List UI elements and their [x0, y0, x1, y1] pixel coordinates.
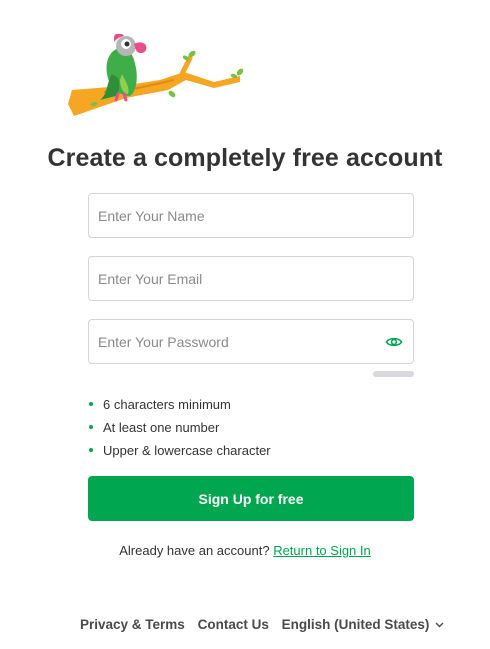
bullet-icon	[89, 425, 93, 429]
bullet-icon	[89, 402, 93, 406]
chevron-down-icon	[435, 622, 444, 628]
password-requirements: 6 characters minimum At least one number…	[88, 395, 271, 464]
requirement-item: 6 characters minimum	[88, 395, 271, 418]
return-to-signin-link[interactable]: Return to Sign In	[273, 543, 371, 558]
parrot-logo-icon	[64, 33, 246, 120]
privacy-terms-link[interactable]: Privacy & Terms	[80, 617, 185, 632]
email-field[interactable]	[88, 256, 414, 301]
name-input[interactable]	[98, 194, 368, 237]
requirement-item: Upper & lowercase character	[88, 441, 271, 464]
requirement-item: At least one number	[88, 418, 271, 441]
eye-icon[interactable]	[385, 333, 403, 351]
password-strength-bar	[373, 371, 414, 377]
signup-button[interactable]: Sign Up for free	[88, 476, 414, 521]
language-label: English (United States)	[281, 617, 430, 632]
requirement-text: At least one number	[103, 420, 220, 435]
email-input[interactable]	[98, 257, 368, 300]
password-input[interactable]	[98, 320, 368, 363]
language-selector[interactable]: English (United States)	[282, 617, 445, 632]
signin-prompt-text: Already have an account?	[119, 543, 270, 558]
password-field[interactable]	[88, 319, 414, 364]
bullet-icon	[89, 448, 93, 452]
footer: Privacy & Terms Contact Us English (Unit…	[80, 617, 444, 632]
contact-us-link[interactable]: Contact Us	[198, 617, 269, 632]
requirement-text: Upper & lowercase character	[103, 443, 271, 458]
page-title: Create a completely free account	[47, 144, 443, 172]
name-field[interactable]	[88, 193, 414, 238]
requirement-text: 6 characters minimum	[103, 397, 231, 412]
signin-prompt: Already have an account? Return to Sign …	[0, 543, 490, 558]
